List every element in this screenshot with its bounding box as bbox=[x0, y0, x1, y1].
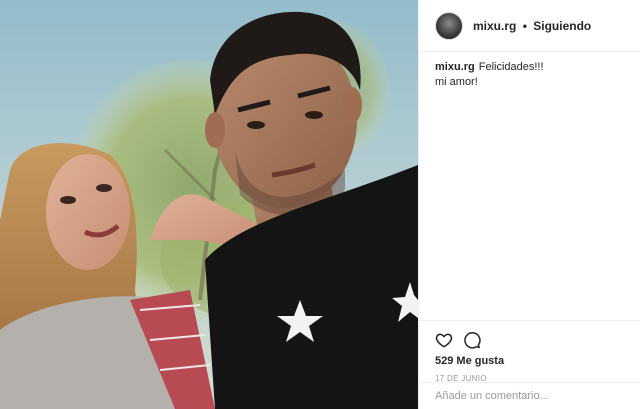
caption-line-2: mi amor! bbox=[435, 76, 478, 88]
photo-illustration bbox=[0, 0, 418, 409]
post-actions: 529 Me gusta 17 de junio bbox=[419, 320, 640, 383]
avatar[interactable] bbox=[435, 11, 463, 40]
follow-status-button[interactable]: Siguiendo bbox=[533, 19, 591, 33]
action-icons bbox=[435, 327, 625, 353]
comment-box bbox=[419, 382, 640, 409]
separator-dot: • bbox=[522, 18, 527, 33]
post-header: mixu.rg • Siguiendo bbox=[419, 0, 640, 52]
username-link[interactable]: mixu.rg bbox=[473, 19, 516, 33]
comment-input[interactable] bbox=[435, 390, 625, 402]
likes-count[interactable]: 529 Me gusta bbox=[435, 355, 625, 367]
header-text: mixu.rg • Siguiendo bbox=[473, 19, 591, 33]
comment-icon[interactable] bbox=[463, 331, 481, 349]
heart-icon[interactable] bbox=[435, 331, 453, 349]
caption: mixu.rg Felicidades!!! mi amor! bbox=[435, 60, 631, 90]
post-side-panel: mixu.rg • Siguiendo mixu.rg Felicidades!!… bbox=[418, 0, 640, 409]
caption-line-1: Felicidades!!! bbox=[478, 61, 544, 73]
post-photo[interactable] bbox=[0, 0, 418, 409]
caption-username[interactable]: mixu.rg bbox=[435, 61, 475, 73]
